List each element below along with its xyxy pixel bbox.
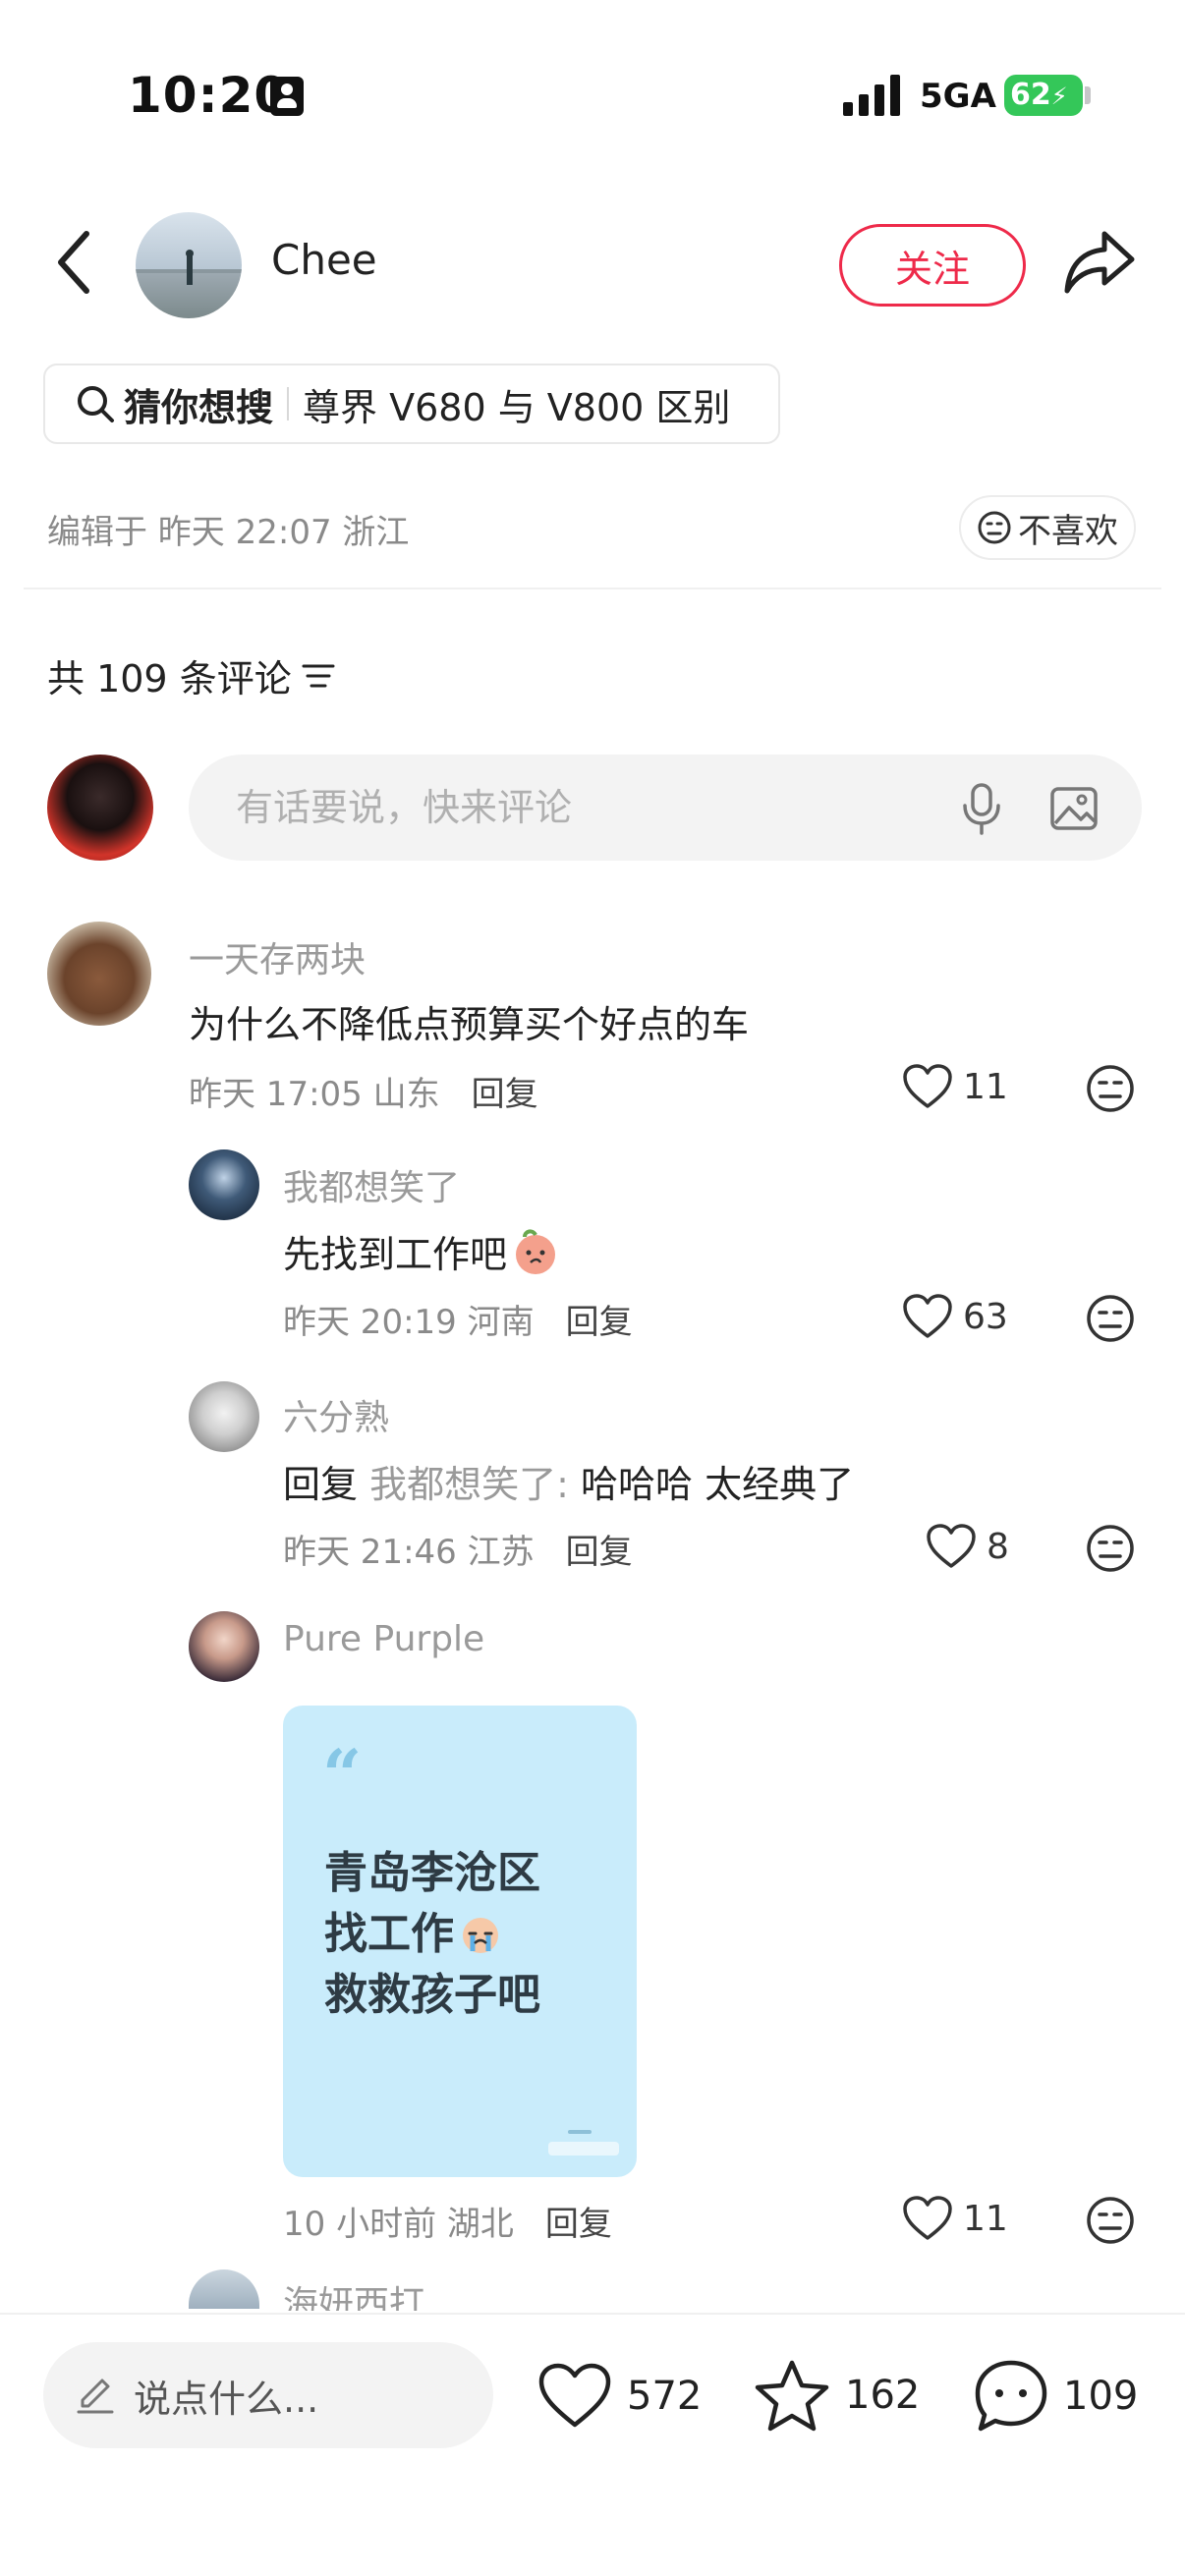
heart-icon <box>903 1294 952 1338</box>
post-edit-info: 编辑于 昨天 22:07 浙江 <box>47 513 410 552</box>
reply-button[interactable]: 回复 <box>566 1295 633 1343</box>
reply-image-card[interactable]: “ 青岛李沧区 找工作 救救孩子吧 <box>283 1706 637 2177</box>
reply-like-count: 63 <box>963 1296 1008 1337</box>
reply-time-location: 10 小时前 湖北 <box>283 2205 514 2244</box>
reply-button[interactable]: 回复 <box>566 1525 633 1573</box>
chip-divider <box>287 387 290 420</box>
pencil-icon <box>77 2379 114 2414</box>
reply-like-button[interactable]: 11 <box>902 2195 1008 2242</box>
star-icon <box>755 2360 829 2432</box>
share-button[interactable] <box>1061 226 1138 299</box>
card-watermark <box>548 2142 619 2156</box>
suggested-search-query: 尊界 V680 与 V800 区别 <box>303 385 731 429</box>
suggested-search-chip[interactable]: 猜你想搜 尊界 V680 与 V800 区别 <box>43 364 780 444</box>
crying-emoji-icon <box>463 1918 498 1953</box>
card-line: 找工作 <box>324 1909 454 1959</box>
reply-text-content: 先找到工作吧 <box>283 1233 508 1276</box>
network-type: 5GA <box>920 77 996 116</box>
dislike-button[interactable]: 不喜欢 <box>959 495 1136 560</box>
author-name[interactable]: Chee <box>271 236 377 284</box>
replier-nickname[interactable]: 海妍西打 <box>283 2275 424 2311</box>
comment-count-label: 共 109 条评论 <box>47 657 292 700</box>
like-post-button[interactable]: 572 <box>536 2362 702 2431</box>
comment-meta-row: 昨天 17:05 山东 回复 <box>189 1067 538 1115</box>
commenter-avatar[interactable] <box>47 922 151 1026</box>
battery-cap <box>1085 86 1091 104</box>
reply-time-location: 昨天 20:19 河南 <box>283 1303 535 1342</box>
heart-icon <box>538 2363 611 2428</box>
replier-avatar[interactable] <box>189 1611 259 1682</box>
reply-prefix: 回复 <box>283 1463 359 1506</box>
reply-time-location: 昨天 21:46 江苏 <box>283 1533 535 1572</box>
battery-indicator: 62⚡ <box>1004 75 1083 116</box>
comment-count-header[interactable]: 共 109 条评论 <box>47 648 335 702</box>
reply-button[interactable]: 回复 <box>545 2197 612 2245</box>
suggested-search-prefix: 猜你想搜 <box>124 385 274 429</box>
card-line: 救救孩子吧 <box>324 1970 540 2020</box>
status-time: 10:20 <box>128 67 290 124</box>
cellular-signal-icon <box>843 73 900 116</box>
reply-text-content: 哈哈哈 太经典了 <box>581 1463 855 1506</box>
reply-text: 先找到工作吧 <box>283 1224 560 1278</box>
replier-nickname[interactable]: 我都想笑了 <box>283 1159 460 1210</box>
collect-post-button[interactable]: 162 <box>753 2358 920 2433</box>
card-decoration <box>568 2130 592 2134</box>
comment-post-button[interactable]: 109 <box>973 2358 1138 2435</box>
search-icon <box>78 386 114 422</box>
back-button[interactable] <box>49 228 98 297</box>
reply-text: 回复 我都想笑了: 哈哈哈 太经典了 <box>283 1454 854 1508</box>
comment-time-location: 昨天 17:05 山东 <box>189 1075 440 1114</box>
replier-nickname[interactable]: Pure Purple <box>283 1619 484 1659</box>
reply-button[interactable]: 回复 <box>472 1067 538 1115</box>
battery-level: 62 <box>1010 78 1051 112</box>
commenter-nickname[interactable]: 一天存两块 <box>189 931 366 982</box>
microphone-icon[interactable] <box>959 782 1004 839</box>
comment-like-button[interactable]: 11 <box>902 1063 1008 1110</box>
card-text: 青岛李沧区 找工作 救救孩子吧 <box>324 1843 540 2026</box>
reply-like-button[interactable]: 63 <box>902 1293 1008 1340</box>
reply-to-user[interactable]: 我都想笑了: <box>369 1463 569 1506</box>
reply-like-button[interactable]: 8 <box>926 1523 1009 1570</box>
replier-avatar[interactable] <box>189 2269 259 2309</box>
chevron-left-icon <box>58 231 89 294</box>
quote-mark-icon: “ <box>322 1734 363 1816</box>
follow-button[interactable]: 关注 <box>839 224 1026 307</box>
author-avatar[interactable] <box>136 212 242 318</box>
card-line: 青岛李沧区 <box>324 1848 540 1898</box>
sort-icon[interactable] <box>302 661 335 691</box>
current-user-avatar <box>47 755 153 861</box>
reply-meta-row: 10 小时前 湖北 回复 <box>283 2197 612 2245</box>
post-comment-count: 109 <box>1063 2374 1139 2419</box>
comment-like-count: 11 <box>963 1066 1008 1107</box>
heart-icon <box>927 1524 976 1568</box>
reply-meta-row: 昨天 21:46 江苏 回复 <box>283 1525 633 1573</box>
replier-avatar[interactable] <box>189 1149 259 1220</box>
replier-avatar[interactable] <box>189 1381 259 1452</box>
peach-emoji-icon <box>516 1228 556 1274</box>
say-something-input[interactable]: 说点什么... <box>43 2342 493 2448</box>
say-something-placeholder: 说点什么... <box>134 2377 319 2421</box>
reply-dislike-icon[interactable] <box>1085 2195 1136 2250</box>
replier-nickname[interactable]: 六分熟 <box>283 1389 389 1440</box>
image-icon[interactable] <box>1049 784 1099 837</box>
section-divider <box>24 588 1161 589</box>
reply-dislike-icon[interactable] <box>1085 1523 1136 1578</box>
reply-like-count: 11 <box>963 2198 1008 2239</box>
reply-meta-row: 昨天 20:19 河南 回复 <box>283 1295 633 1343</box>
dislike-label: 不喜欢 <box>1018 511 1118 551</box>
contact-card-icon <box>270 77 304 116</box>
reply-like-count: 8 <box>987 1526 1009 1567</box>
post-like-count: 572 <box>627 2374 703 2419</box>
card-line-with-emoji: 找工作 <box>324 1904 540 1965</box>
comment-text: 为什么不降低点预算买个好点的车 <box>189 1003 750 1046</box>
comment-bubble-icon <box>975 2360 1047 2432</box>
meh-face-icon <box>978 511 1011 544</box>
comment-dislike-icon[interactable] <box>1085 1063 1136 1118</box>
post-star-count: 162 <box>845 2373 921 2418</box>
heart-icon <box>903 2196 952 2240</box>
heart-icon <box>903 1064 952 1108</box>
reply-dislike-icon[interactable] <box>1085 1293 1136 1348</box>
share-icon <box>1064 231 1135 294</box>
